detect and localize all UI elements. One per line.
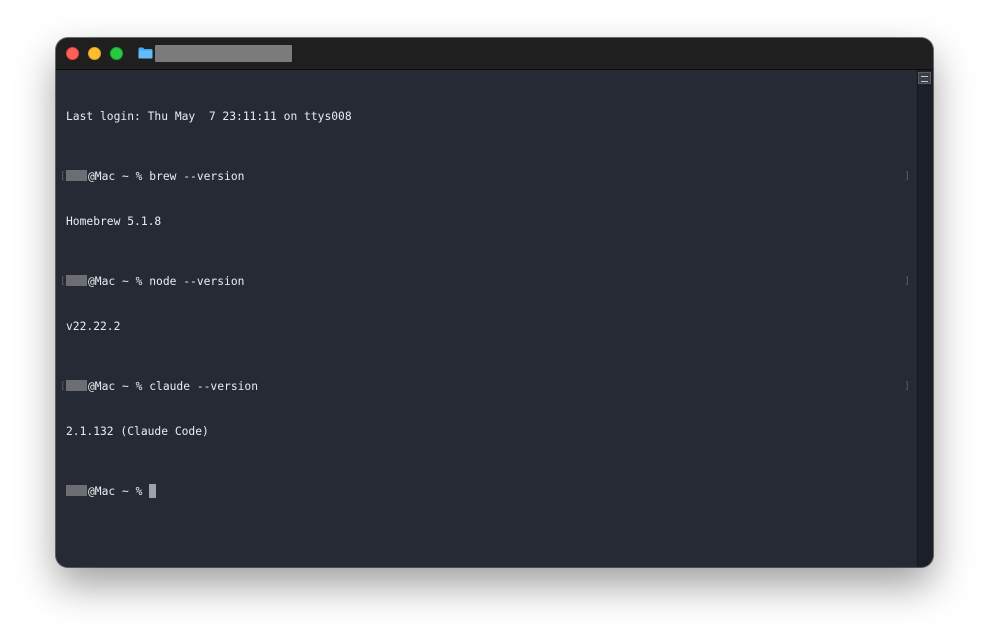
line-mark-open: [ bbox=[60, 381, 67, 392]
prompt-line-1: [ @Mac ~ % brew --version] bbox=[60, 169, 910, 184]
close-button[interactable] bbox=[66, 47, 79, 60]
stage: Last login: Thu May 7 23:11:11 on ttys00… bbox=[0, 0, 989, 641]
prompt-text: @Mac ~ % bbox=[88, 485, 150, 498]
prompt-line-2: [ @Mac ~ % node --version] bbox=[60, 274, 910, 289]
output-line-1: Homebrew 5.1.8 bbox=[66, 214, 352, 229]
prompt-line-3: [ @Mac ~ % claude --version] bbox=[60, 379, 910, 394]
output-text: 2.1.132 (Claude Code) bbox=[66, 425, 209, 438]
active-prompt-line[interactable]: @Mac ~ % bbox=[66, 484, 352, 499]
prompt-text: @Mac ~ % bbox=[88, 170, 150, 183]
output-text: Homebrew 5.1.8 bbox=[66, 215, 162, 228]
last-login-text: Last login: Thu May 7 23:11:11 on ttys00… bbox=[66, 110, 352, 123]
line-mark-close: ] bbox=[904, 381, 911, 392]
scrollbar[interactable] bbox=[917, 70, 933, 567]
username-redacted bbox=[66, 380, 87, 391]
username-redacted bbox=[66, 170, 87, 181]
output-line-3: 2.1.132 (Claude Code) bbox=[66, 424, 352, 439]
minimize-button[interactable] bbox=[88, 47, 101, 60]
command-text: node --version bbox=[149, 275, 245, 288]
line-mark-open: [ bbox=[60, 276, 67, 287]
prompt-text: @Mac ~ % bbox=[88, 275, 150, 288]
command-text: claude --version bbox=[149, 380, 259, 393]
terminal-lines: Last login: Thu May 7 23:11:11 on ttys00… bbox=[60, 79, 910, 529]
output-line-2: v22.22.2 bbox=[66, 319, 352, 334]
text-cursor bbox=[149, 484, 157, 498]
title-bar[interactable] bbox=[56, 38, 933, 70]
last-login-line: Last login: Thu May 7 23:11:11 on ttys00… bbox=[66, 109, 352, 124]
username-redacted bbox=[66, 485, 87, 496]
line-mark-close: ] bbox=[904, 276, 911, 287]
line-mark-close: ] bbox=[904, 171, 911, 182]
line-mark-open: [ bbox=[60, 171, 67, 182]
prompt-text: @Mac ~ % bbox=[88, 380, 150, 393]
terminal-content[interactable]: Last login: Thu May 7 23:11:11 on ttys00… bbox=[56, 70, 917, 567]
window-title-redacted bbox=[155, 45, 292, 62]
command-text: brew --version bbox=[149, 170, 245, 183]
folder-icon bbox=[138, 47, 153, 59]
username-redacted bbox=[66, 275, 87, 286]
scrollbar-toggle-icon[interactable] bbox=[918, 72, 931, 84]
output-text: v22.22.2 bbox=[66, 320, 121, 333]
terminal-window: Last login: Thu May 7 23:11:11 on ttys00… bbox=[56, 38, 933, 567]
zoom-button[interactable] bbox=[110, 47, 123, 60]
